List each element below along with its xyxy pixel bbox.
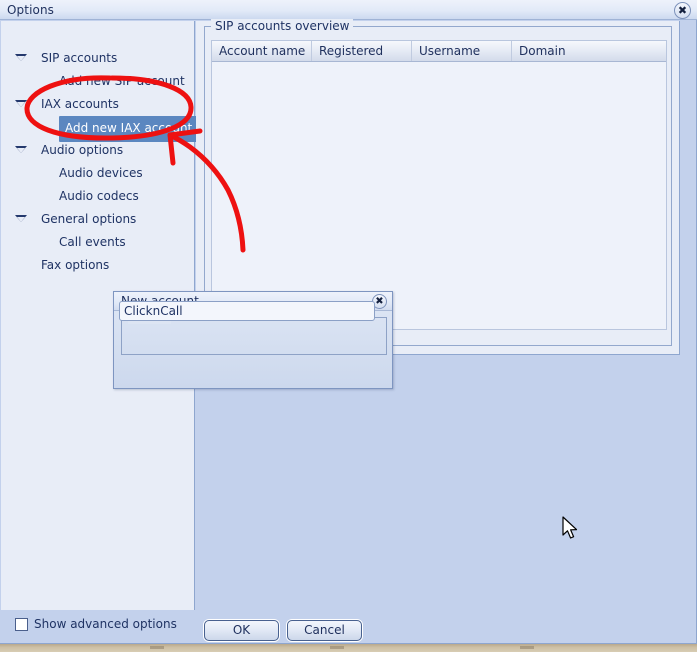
desktop-background-strip [0, 644, 697, 652]
chevron-down-icon[interactable] [15, 100, 27, 107]
table-column-header[interactable]: Domain [512, 41, 662, 61]
table-header-row: Account name Registered Username Domain [212, 41, 666, 62]
account-name-input[interactable] [119, 301, 375, 321]
sidebar-item-label: Fax options [41, 258, 110, 272]
window-title: Options [7, 3, 55, 17]
sidebar-item-iax-accounts[interactable]: IAX accounts [1, 93, 195, 116]
ok-button[interactable]: OK [204, 620, 279, 641]
table-column-header[interactable]: Account name [212, 41, 312, 61]
groupbox-title: SIP accounts overview [211, 19, 354, 33]
sip-accounts-table[interactable]: Account name Registered Username Domain [211, 40, 667, 330]
sidebar-item-call-events[interactable]: Call events [1, 231, 195, 254]
chevron-down-icon[interactable] [15, 146, 27, 153]
chevron-down-icon[interactable] [15, 215, 27, 222]
close-icon[interactable]: ✖ [674, 2, 691, 19]
sidebar-item-audio-codecs[interactable]: Audio codecs [1, 185, 195, 208]
table-column-header[interactable]: Registered [312, 41, 412, 61]
sidebar-item-label: Audio codecs [59, 189, 139, 203]
sidebar-item-label: IAX accounts [41, 97, 119, 111]
show-advanced-options-label: Show advanced options [34, 617, 177, 631]
window-titlebar: Options ✖ [0, 0, 697, 20]
sidebar-item-fax-options[interactable]: Fax options [1, 254, 195, 277]
options-window: Options ✖ SIP accounts Add new SIP accoun… [0, 0, 697, 644]
chevron-down-icon[interactable] [15, 54, 27, 61]
sidebar-item-label: Audio options [41, 143, 124, 157]
sidebar-item-audio-devices[interactable]: Audio devices [1, 162, 195, 185]
show-advanced-options-checkbox[interactable] [15, 618, 28, 631]
name-groupbox: Name [121, 310, 387, 355]
sidebar-item-label: Call events [59, 235, 126, 249]
sidebar-item-audio-options[interactable]: Audio options [1, 139, 195, 162]
sidebar-item-label: SIP accounts [41, 51, 118, 65]
table-column-header[interactable]: Username [412, 41, 512, 61]
cancel-button[interactable]: Cancel [287, 620, 362, 641]
sidebar-item-label: Add new SIP account [59, 74, 185, 88]
sidebar-item-label: General options [41, 212, 137, 226]
new-account-dialog: New account ✖ Name OK Cancel [113, 291, 393, 389]
sidebar-item-add-new-iax-account[interactable]: Add new IAX account [1, 116, 199, 142]
sidebar-item-general-options[interactable]: General options [1, 208, 195, 231]
sidebar-item-sip-accounts[interactable]: SIP accounts [1, 47, 195, 70]
sidebar-item-label: Audio devices [59, 166, 143, 180]
sidebar-item-add-new-sip-account[interactable]: Add new SIP account [1, 70, 195, 93]
